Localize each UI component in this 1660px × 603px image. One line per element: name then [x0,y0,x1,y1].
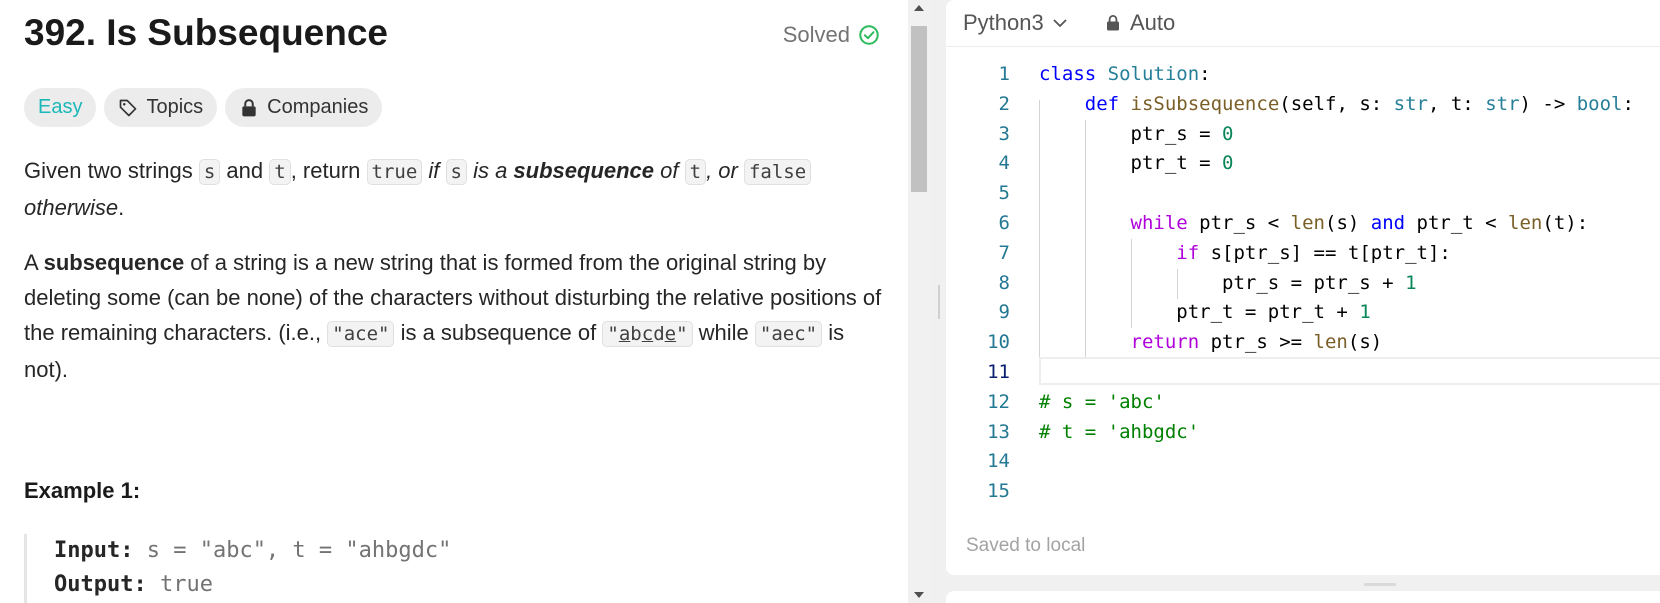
solved-label: Solved [782,22,850,47]
code-line-current: 11 [946,356,1660,388]
scroll-down-arrow-icon[interactable] [914,592,924,598]
inline-code: "ace" [327,321,395,347]
solved-status: Solved [783,22,880,48]
companies-label: Companies [267,96,369,118]
language-selector[interactable]: Python3 [963,10,1068,36]
editor-resize-handle[interactable] [1364,583,1396,586]
companies-button[interactable]: Companies [225,88,383,127]
description-panel: 392. Is Subsequence Solved Easy Topics C… [0,0,908,603]
topics-label: Topics [146,96,204,118]
example-title: Example 1: [24,478,141,503]
code-line: 15 [987,480,1010,503]
input-label: Input: [54,538,134,563]
editor-toolbar: Python3 Auto [946,0,1660,47]
output-value: true [146,572,213,597]
code-line: 9 ptr_t = ptr_t + 1 [998,301,1371,324]
saved-status: Saved to local [966,535,1086,556]
code-editor-panel: Python3 Auto 1 class Solution: 2 def isSu… [946,0,1660,575]
code-line: 4 ptr_t = 0 [998,152,1234,175]
difficulty-label: Easy [38,96,83,118]
inline-code: s [198,159,221,185]
lock-icon [1107,15,1119,31]
auto-label: Auto [1130,10,1176,35]
description-paragraph-2: A subsequence of a string is a new strin… [24,250,882,382]
inline-code: t [269,159,291,185]
auto-mode-toggle[interactable]: Auto [1104,10,1175,36]
language-label: Python3 [963,10,1044,35]
tag-row: Easy Topics Companies [24,88,383,127]
description-scrollbar[interactable] [908,0,930,603]
output-label: Output: [54,572,147,597]
tag-icon [120,99,137,116]
example-block: Input: s = "abc", t = "ahbgdc" Output: t… [24,534,884,603]
code-line: 6 while ptr_s < len(s) and ptr_t < len(t… [998,211,1589,234]
code-line: 12 # s = 'abc' [987,390,1165,413]
scroll-thumb[interactable] [911,26,927,192]
topics-button[interactable]: Topics [104,88,218,127]
inline-code: "aec" [754,321,823,347]
inline-code: "abcde" [602,321,693,347]
problem-description: Given two strings s and t, return true i… [24,153,886,407]
code-line: 3 ptr_s = 0 [998,122,1234,145]
lock-icon [242,98,256,116]
panel-resize-handle[interactable] [938,285,940,319]
problem-title: 392. Is Subsequence [24,12,389,53]
difficulty-badge: Easy [24,88,97,127]
inline-code: true [366,159,423,185]
scroll-up-arrow-icon[interactable] [914,5,924,11]
current-line-highlight [1039,356,1660,385]
description-paragraph-1: Given two strings s and t, return true i… [24,153,886,225]
code-area[interactable]: 1 class Solution: 2 def isSubsequence(sel… [946,60,1660,507]
code-line: 2 def isSubsequence(self, s: str, t: str… [998,92,1634,115]
inline-code: t [684,159,707,185]
chevron-down-icon [1053,19,1067,28]
code-line: 1 class Solution: [998,63,1211,85]
input-value: s = "abc", t = "ahbgdc" [133,538,452,563]
check-circle-icon [859,25,879,45]
code-line: 5 [998,182,1010,205]
code-line: 14 [987,450,1010,473]
inline-code: false [743,159,812,185]
code-line: 8 ptr_s = ptr_s + 1 [998,271,1417,294]
code-line: 13 # t = 'ahbgdc' [987,420,1200,443]
code-line: 10 return ptr_s >= len(s) [987,331,1383,354]
inline-code: s [445,159,467,185]
console-panel [946,591,1660,603]
code-line: 7 if s[ptr_s] == t[ptr_t]: [998,241,1451,264]
